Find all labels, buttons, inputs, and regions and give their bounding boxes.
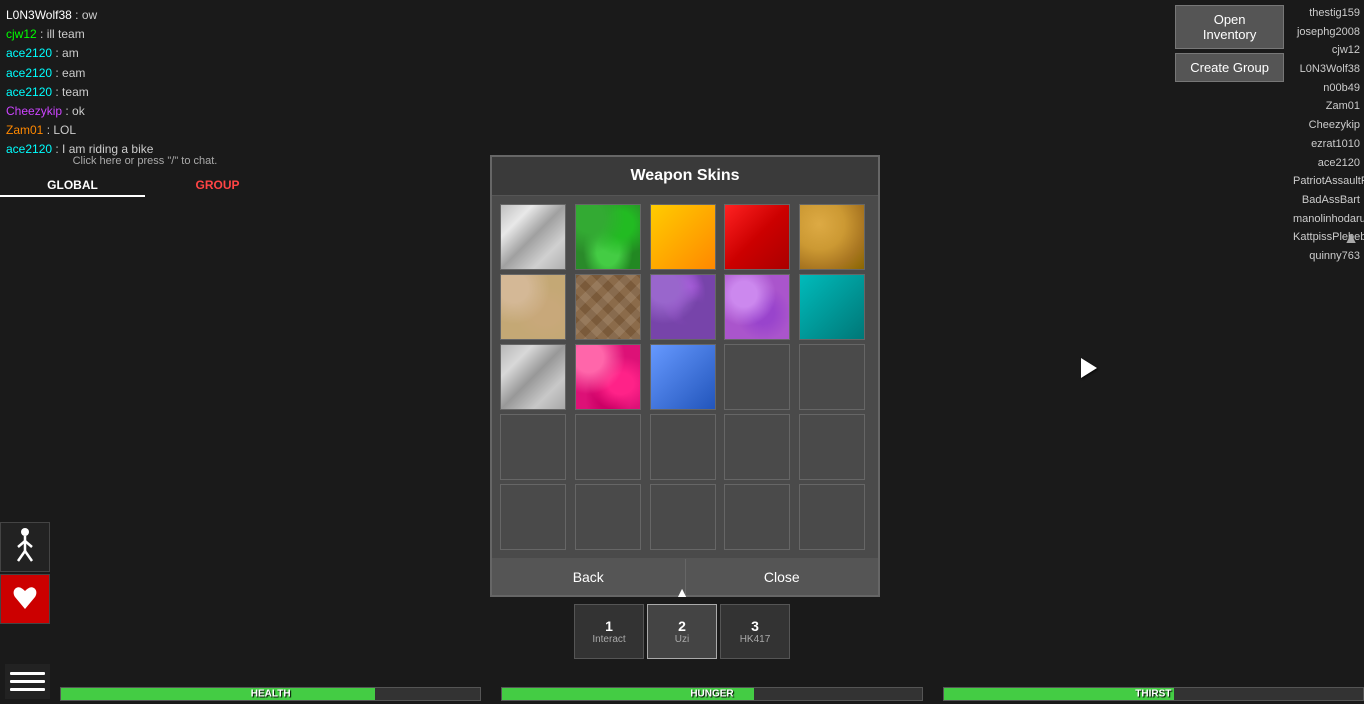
chat-name-2: cjw12 xyxy=(6,27,37,41)
player-list-item: manolinhodarua xyxy=(1293,210,1360,229)
chat-message-6: Cheezykip : ok xyxy=(6,102,284,121)
player-list-item: PatriotAssaultRifle2 xyxy=(1293,172,1360,191)
chat-message-4: ace2120 : eam xyxy=(6,64,284,83)
hunger-label: HUNGER xyxy=(690,689,733,700)
skin-slot-purple[interactable] xyxy=(650,274,716,340)
health-bar-group: HEALTH xyxy=(60,685,481,703)
menu-line-3 xyxy=(10,688,45,691)
menu-button[interactable] xyxy=(5,664,50,699)
health-label: HEALTH xyxy=(251,689,291,700)
skin-slot-empty-20[interactable] xyxy=(799,414,865,480)
player-list-item: thestig159 xyxy=(1293,4,1360,23)
skin-slot-empty-18[interactable] xyxy=(650,414,716,480)
skin-slot-purple2[interactable] xyxy=(724,274,790,340)
chat-message-2: cjw12 : ill team xyxy=(6,25,284,44)
slots-row: 1 Interact 2 Uzi 3 HK417 xyxy=(574,604,790,659)
thirst-bar-group: THIRST xyxy=(943,685,1364,703)
skin-slot-marble2[interactable] xyxy=(500,344,566,410)
top-right-buttons: OpenInventory Create Group xyxy=(1175,5,1284,82)
bottom-left-icons xyxy=(0,522,50,624)
skins-grid xyxy=(492,196,878,558)
health-bar-bg: HEALTH xyxy=(60,687,481,701)
skin-slot-empty-23[interactable] xyxy=(650,484,716,550)
skin-slot-empty-22[interactable] xyxy=(575,484,641,550)
chat-name-4: ace2120 xyxy=(6,66,52,80)
thirst-label: THIRST xyxy=(1135,689,1171,700)
player-list-item: josephg2008 xyxy=(1293,23,1360,42)
skin-slot-red[interactable] xyxy=(724,204,790,270)
chat-area: L0N3Wolf38 : ow cjw12 : ill team ace2120… xyxy=(0,0,290,166)
chat-message-3: ace2120 : am xyxy=(6,44,284,63)
open-inventory-button[interactable]: OpenInventory xyxy=(1175,5,1284,49)
modal-title: Weapon Skins xyxy=(492,157,878,196)
chat-message-5: ace2120 : team xyxy=(6,83,284,102)
inventory-slot-3[interactable]: 3 HK417 xyxy=(720,604,790,659)
skin-slot-marble[interactable] xyxy=(500,204,566,270)
chat-message-7: Zam01 : LOL xyxy=(6,121,284,140)
player-list-item: L0N3Wolf38 xyxy=(1293,60,1360,79)
create-group-button[interactable]: Create Group xyxy=(1175,53,1284,82)
chat-name-6: Cheezykip xyxy=(6,104,62,118)
skin-slot-diamond[interactable] xyxy=(575,274,641,340)
menu-line-1 xyxy=(10,672,45,675)
skin-slot-empty-16[interactable] xyxy=(500,414,566,480)
mouse-cursor xyxy=(1081,358,1097,378)
skin-slot-gold[interactable] xyxy=(799,204,865,270)
chat-name-5: ace2120 xyxy=(6,85,52,99)
player-list-item: n00b49 xyxy=(1293,79,1360,98)
skin-slot-empty-14[interactable] xyxy=(724,344,790,410)
chat-name-1: L0N3Wolf38 xyxy=(6,8,72,22)
tab-group[interactable]: GROUP xyxy=(145,175,290,197)
skin-slot-empty-17[interactable] xyxy=(575,414,641,480)
tab-global[interactable]: GLOBAL xyxy=(0,175,145,197)
chat-name-7: Zam01 xyxy=(6,123,43,137)
chat-input-hint[interactable]: Click here or press "/" to chat. xyxy=(0,155,290,167)
walking-icon xyxy=(0,522,50,572)
status-bars: HEALTH HUNGER THIRST xyxy=(60,684,1364,704)
skin-slot-empty-21[interactable] xyxy=(500,484,566,550)
health-bar-fill xyxy=(61,688,375,700)
skin-slot-orange[interactable] xyxy=(650,204,716,270)
player-list-item: BadAssBart xyxy=(1293,191,1360,210)
hunger-bar-group: HUNGER xyxy=(501,685,922,703)
skin-slot-empty-24[interactable] xyxy=(724,484,790,550)
weapon-skins-modal: Weapon Skins Back Close xyxy=(490,155,880,597)
chat-message-1: L0N3Wolf38 : ow xyxy=(6,6,284,25)
player-list-item: quinny763 xyxy=(1293,247,1360,266)
skin-slot-sand[interactable] xyxy=(500,274,566,340)
skin-slot-teal[interactable] xyxy=(799,274,865,340)
thirst-bar-bg: THIRST xyxy=(943,687,1364,701)
inventory-arrow-icon: ▲ xyxy=(675,584,689,600)
menu-line-2 xyxy=(10,680,45,683)
player-list-item: Zam01 xyxy=(1293,97,1360,116)
player-list-item: cjw12 xyxy=(1293,41,1360,60)
chat-name-3: ace2120 xyxy=(6,46,52,60)
chat-tabs: GLOBAL GROUP xyxy=(0,175,290,197)
skin-slot-green-camo[interactable] xyxy=(575,204,641,270)
skin-slot-pink[interactable] xyxy=(575,344,641,410)
skin-slot-blue[interactable] xyxy=(650,344,716,410)
inventory-slot-1[interactable]: 1 Interact xyxy=(574,604,644,659)
skin-slot-empty-25[interactable] xyxy=(799,484,865,550)
player-list-item: ezrat1010 xyxy=(1293,135,1360,154)
health-icon xyxy=(0,574,50,624)
player-list-item: ace2120 xyxy=(1293,154,1360,173)
hunger-bar-bg: HUNGER xyxy=(501,687,922,701)
collapse-playerlist-button[interactable]: ▲ xyxy=(1343,230,1359,248)
inventory-slots: ▲ 1 Interact 2 Uzi 3 HK417 xyxy=(574,584,790,659)
skin-slot-empty-19[interactable] xyxy=(724,414,790,480)
skin-slot-empty-15[interactable] xyxy=(799,344,865,410)
player-list-item: Cheezykip xyxy=(1293,116,1360,135)
inventory-slot-2[interactable]: 2 Uzi xyxy=(647,604,717,659)
